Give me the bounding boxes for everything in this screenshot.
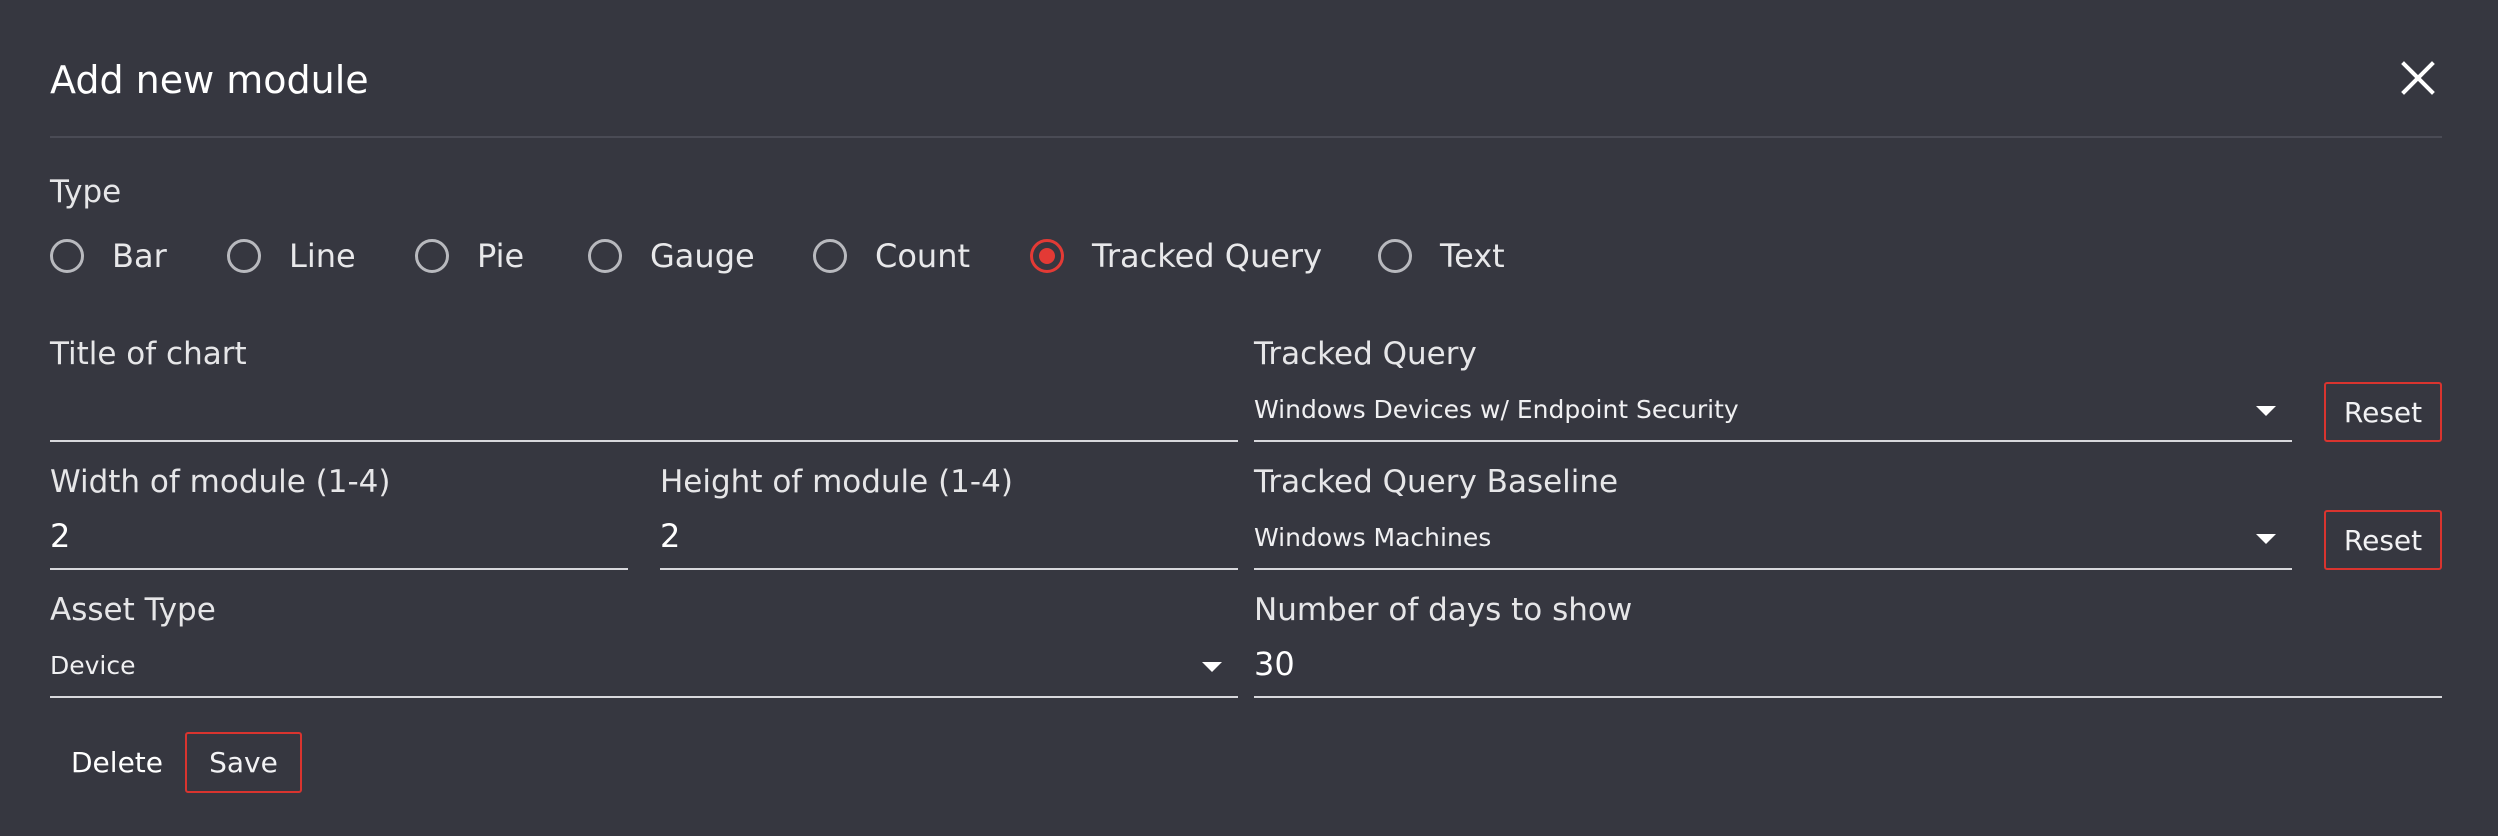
- radio-text[interactable]: Text: [1378, 232, 1505, 280]
- width-label: Width of module (1-4): [50, 464, 391, 500]
- width-input[interactable]: 2: [50, 508, 628, 568]
- width-underline: [50, 568, 628, 570]
- tracked-query-label: Tracked Query: [1254, 336, 1477, 372]
- radio-button-icon[interactable]: [227, 239, 261, 273]
- tracked-query-baseline-select[interactable]: Windows Machines: [1254, 518, 2292, 568]
- radio-line[interactable]: Line: [227, 232, 356, 280]
- tracked-query-baseline-value: Windows Machines: [1254, 523, 1492, 552]
- radio-button-icon[interactable]: [50, 239, 84, 273]
- asset-type-underline: [50, 696, 1238, 698]
- asset-type-select[interactable]: Device: [50, 646, 1238, 696]
- delete-button[interactable]: Delete: [62, 732, 172, 792]
- title-of-chart-underline: [50, 440, 1238, 442]
- radio-bar[interactable]: Bar: [50, 232, 167, 280]
- radio-button-icon[interactable]: [813, 239, 847, 273]
- radio-pie[interactable]: Pie: [415, 232, 524, 280]
- close-button[interactable]: [2396, 56, 2440, 100]
- asset-type-label: Asset Type: [50, 592, 216, 628]
- width-value: 2: [50, 517, 71, 555]
- tracked-query-select[interactable]: Windows Devices w/ Endpoint Security: [1254, 390, 2292, 440]
- tracked-query-baseline-reset-button[interactable]: Reset: [2324, 510, 2442, 570]
- days-to-show-label: Number of days to show: [1254, 592, 1633, 628]
- radio-count[interactable]: Count: [813, 232, 970, 280]
- radio-label: Text: [1440, 237, 1505, 275]
- radio-button-icon[interactable]: [588, 239, 622, 273]
- radio-label: Gauge: [650, 237, 755, 275]
- days-to-show-value: 30: [1254, 645, 1295, 683]
- radio-button-checked-icon[interactable]: [1030, 239, 1064, 273]
- radio-label: Count: [875, 237, 971, 275]
- dialog-title: Add new module: [50, 58, 369, 102]
- chevron-down-icon[interactable]: [2256, 534, 2276, 544]
- asset-type-value: Device: [50, 651, 136, 680]
- days-to-show-underline: [1254, 696, 2442, 698]
- days-to-show-input[interactable]: 30: [1254, 636, 2442, 696]
- header-divider: [50, 136, 2442, 138]
- type-label: Type: [50, 174, 122, 210]
- radio-label: Pie: [477, 237, 525, 275]
- radio-button-icon[interactable]: [1378, 239, 1412, 273]
- save-button[interactable]: Save: [185, 732, 302, 793]
- height-input[interactable]: 2: [660, 508, 1238, 568]
- height-underline: [660, 568, 1238, 570]
- tracked-query-underline: [1254, 440, 2292, 442]
- chevron-down-icon[interactable]: [2256, 406, 2276, 416]
- type-radio-group: Bar Line Pie Gauge Count Tracked Query T…: [50, 232, 1650, 280]
- tracked-query-baseline-label: Tracked Query Baseline: [1254, 464, 1619, 500]
- tracked-query-reset-button[interactable]: Reset: [2324, 382, 2442, 442]
- tracked-query-baseline-underline: [1254, 568, 2292, 570]
- radio-tracked-query[interactable]: Tracked Query: [1030, 232, 1322, 280]
- radio-label: Tracked Query: [1092, 237, 1323, 275]
- radio-gauge[interactable]: Gauge: [588, 232, 755, 280]
- add-module-dialog: Add new module Type Bar Line Pie Gauge C…: [0, 0, 2498, 836]
- title-of-chart-input[interactable]: [50, 380, 1238, 440]
- chevron-down-icon[interactable]: [1202, 662, 1222, 672]
- height-value: 2: [660, 517, 681, 555]
- radio-label: Bar: [112, 237, 167, 275]
- radio-label: Line: [289, 237, 356, 275]
- tracked-query-value: Windows Devices w/ Endpoint Security: [1254, 395, 1739, 424]
- title-of-chart-label: Title of chart: [50, 336, 247, 372]
- height-label: Height of module (1-4): [660, 464, 1013, 500]
- close-icon: [2401, 61, 2435, 95]
- radio-button-icon[interactable]: [415, 239, 449, 273]
